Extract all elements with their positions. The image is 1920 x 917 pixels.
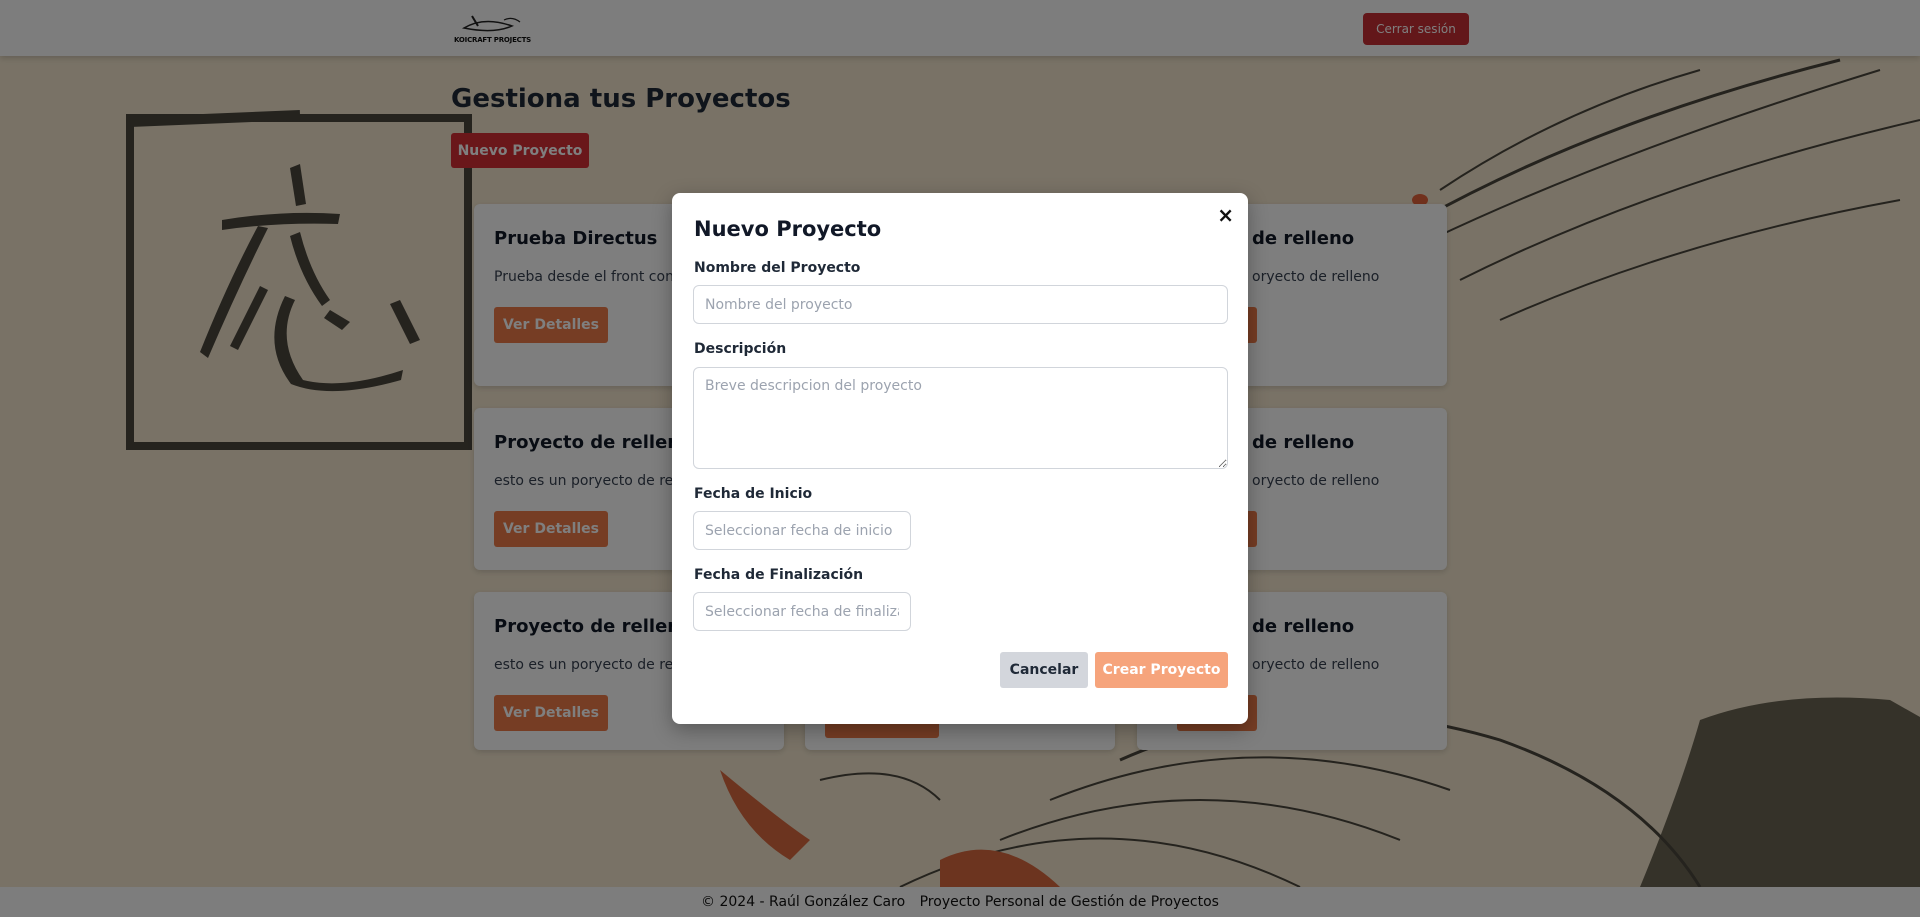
description-textarea[interactable] (693, 367, 1228, 469)
project-name-input[interactable] (693, 285, 1228, 324)
modal-title: Nuevo Proyecto (694, 217, 882, 241)
close-icon[interactable]: × (1217, 203, 1234, 227)
project-name-label: Nombre del Proyecto (694, 260, 861, 276)
start-date-input[interactable] (693, 511, 911, 550)
end-date-input[interactable] (693, 592, 911, 631)
start-date-label: Fecha de Inicio (694, 486, 813, 502)
cancel-button[interactable]: Cancelar (1000, 652, 1088, 688)
new-project-modal: × Nuevo Proyecto Nombre del Proyecto Des… (672, 193, 1248, 724)
description-label: Descripción (694, 341, 787, 357)
create-project-button[interactable]: Crear Proyecto (1095, 652, 1228, 688)
end-date-label: Fecha de Finalización (694, 567, 864, 583)
